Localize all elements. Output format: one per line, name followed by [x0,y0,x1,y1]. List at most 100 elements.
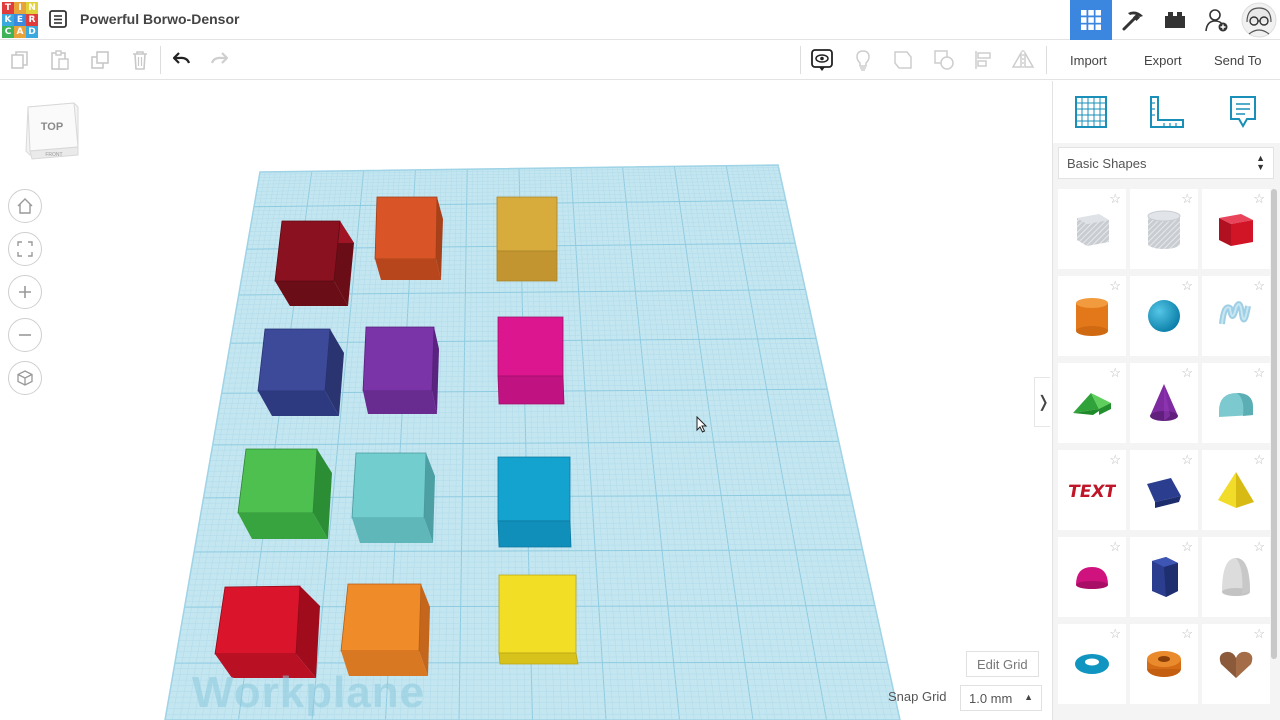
grid-tab-icon[interactable] [1071,92,1111,132]
teal-box[interactable] [351,452,435,543]
purple-box[interactable] [362,326,439,414]
orange-box[interactable] [340,583,430,676]
caret-icon: ▲ [1024,692,1033,702]
favorite-star-icon[interactable]: ☆ [1109,626,1121,642]
mirror-icon[interactable] [1011,48,1035,72]
polygon-thumbnail-icon [1152,557,1178,597]
yellow-box[interactable] [498,574,579,665]
tube-thumbnail-icon [1147,651,1181,677]
shape-sphere[interactable]: ☆ [1130,276,1198,356]
redo-icon[interactable] [208,48,232,72]
favorite-star-icon[interactable]: ☆ [1253,626,1265,642]
ruler-tab-icon[interactable] [1147,92,1187,132]
favorite-star-icon[interactable]: ☆ [1109,191,1121,207]
shape-paraboloid[interactable]: ☆ [1202,537,1270,617]
favorite-star-icon[interactable]: ☆ [1109,539,1121,555]
shape-tube[interactable]: ☆ [1130,624,1198,704]
favorite-star-icon[interactable]: ☆ [1253,191,1265,207]
view-cube[interactable]: TOP FRONT [24,101,82,163]
red-box[interactable] [214,585,320,678]
lightbulb-icon[interactable] [851,48,875,72]
notes-visibility-icon[interactable] [810,48,834,72]
shape-category-value: Basic Shapes [1067,155,1147,171]
export-button[interactable]: Export [1130,46,1196,74]
favorite-star-icon[interactable]: ☆ [1253,278,1265,294]
text-thumbnail-icon: TEXT [1068,482,1116,502]
3d-view-grid-icon[interactable] [1070,0,1112,40]
sky-blue-box[interactable] [497,456,572,548]
favorite-star-icon[interactable]: ☆ [1109,278,1121,294]
favorite-star-icon[interactable]: ☆ [1181,365,1193,381]
snap-grid-select[interactable]: 1.0 mm ▲ [960,685,1042,711]
workplane-grid[interactable] [0,81,1050,720]
magenta-box[interactable] [497,316,565,405]
viewcube-top-label: TOP [41,121,63,133]
paste-icon[interactable] [48,48,72,72]
shape-cylinder[interactable]: ☆ [1058,276,1126,356]
favorite-star-icon[interactable]: ☆ [1181,191,1193,207]
updown-caret-icon: ▲ ▼ [1256,153,1265,172]
orange-red-box[interactable] [374,196,443,280]
bricks-icon[interactable] [1154,0,1196,40]
codeblocks-pickaxe-icon[interactable] [1112,0,1154,40]
favorite-star-icon[interactable]: ☆ [1109,452,1121,468]
group-icon[interactable] [891,48,915,72]
dark-red-box[interactable] [274,220,354,306]
mustard-box[interactable] [496,196,558,282]
shape-pyramid[interactable]: ☆ [1202,450,1270,530]
send-to-button[interactable]: Send To [1200,46,1276,74]
perspective-toggle-icon[interactable] [8,361,42,395]
shape-roof[interactable]: ☆ [1058,363,1126,443]
add-user-icon[interactable] [1196,0,1238,40]
ungroup-icon[interactable] [932,48,956,72]
shape-box-hole[interactable]: ☆ [1058,189,1126,269]
shapes-panel: Basic Shapes ▲ ▼ ☆ ☆ ☆ ☆ ☆ ☆ ☆ ☆ ☆ TEXT ☆ ☆ ☆ ☆ ☆ ☆ ☆ ☆ ☆ [1052,81,1280,720]
align-icon[interactable] [972,48,996,72]
design-title[interactable]: Powerful Borwo-Densor [80,11,239,27]
user-avatar-icon[interactable] [1238,0,1280,40]
favorite-star-icon[interactable]: ☆ [1253,452,1265,468]
fit-view-icon[interactable] [8,232,42,266]
shape-cylinder-hole[interactable]: ☆ [1130,189,1198,269]
zoom-in-icon[interactable] [8,275,42,309]
shape-round-roof[interactable]: ☆ [1202,363,1270,443]
shape-category-select[interactable]: Basic Shapes ▲ ▼ [1058,147,1274,179]
delete-icon[interactable] [128,48,152,72]
tinkercad-logo[interactable]: TINKERCAD [2,2,38,38]
shape-scribble[interactable]: ☆ [1202,276,1270,356]
notes-tab-icon[interactable] [1223,92,1263,132]
favorite-star-icon[interactable]: ☆ [1253,365,1265,381]
home-view-icon[interactable] [8,189,42,223]
torus-thumbnail-icon [1075,654,1109,674]
duplicate-icon[interactable] [88,48,112,72]
panel-scrollbar[interactable] [1271,189,1277,659]
3d-viewport[interactable]: Workplane TOP FRONT Edit Grid Snap Grid … [0,81,1050,720]
shape-box[interactable]: ☆ [1202,189,1270,269]
zoom-out-icon[interactable] [8,318,42,352]
favorite-star-icon[interactable]: ☆ [1181,626,1193,642]
shape-wedge[interactable]: ☆ [1130,450,1198,530]
favorite-star-icon[interactable]: ☆ [1253,539,1265,555]
navy-box[interactable] [257,328,344,416]
shape-heart[interactable]: ☆ [1202,624,1270,704]
copy-icon[interactable] [8,48,32,72]
favorite-star-icon[interactable]: ☆ [1109,365,1121,381]
shape-polygon[interactable]: ☆ [1130,537,1198,617]
shape-half-sphere[interactable]: ☆ [1058,537,1126,617]
edit-grid-button[interactable]: Edit Grid [966,651,1039,677]
workplane-label: Workplane [192,668,426,717]
mouse-cursor-icon [696,416,708,433]
shape-cone[interactable]: ☆ [1130,363,1198,443]
heart-thumbnail-icon [1219,651,1253,678]
import-button[interactable]: Import [1056,46,1121,74]
shape-text[interactable]: TEXT ☆ [1058,450,1126,530]
shape-torus[interactable]: ☆ [1058,624,1126,704]
snap-grid-value: 1.0 mm [969,690,1013,706]
green-box[interactable] [237,448,332,539]
panel-collapse-chevron-icon[interactable]: ❭ [1034,377,1050,427]
favorite-star-icon[interactable]: ☆ [1181,539,1193,555]
favorite-star-icon[interactable]: ☆ [1181,452,1193,468]
favorite-star-icon[interactable]: ☆ [1181,278,1193,294]
design-menu-icon[interactable] [48,9,70,29]
undo-icon[interactable] [169,48,193,72]
